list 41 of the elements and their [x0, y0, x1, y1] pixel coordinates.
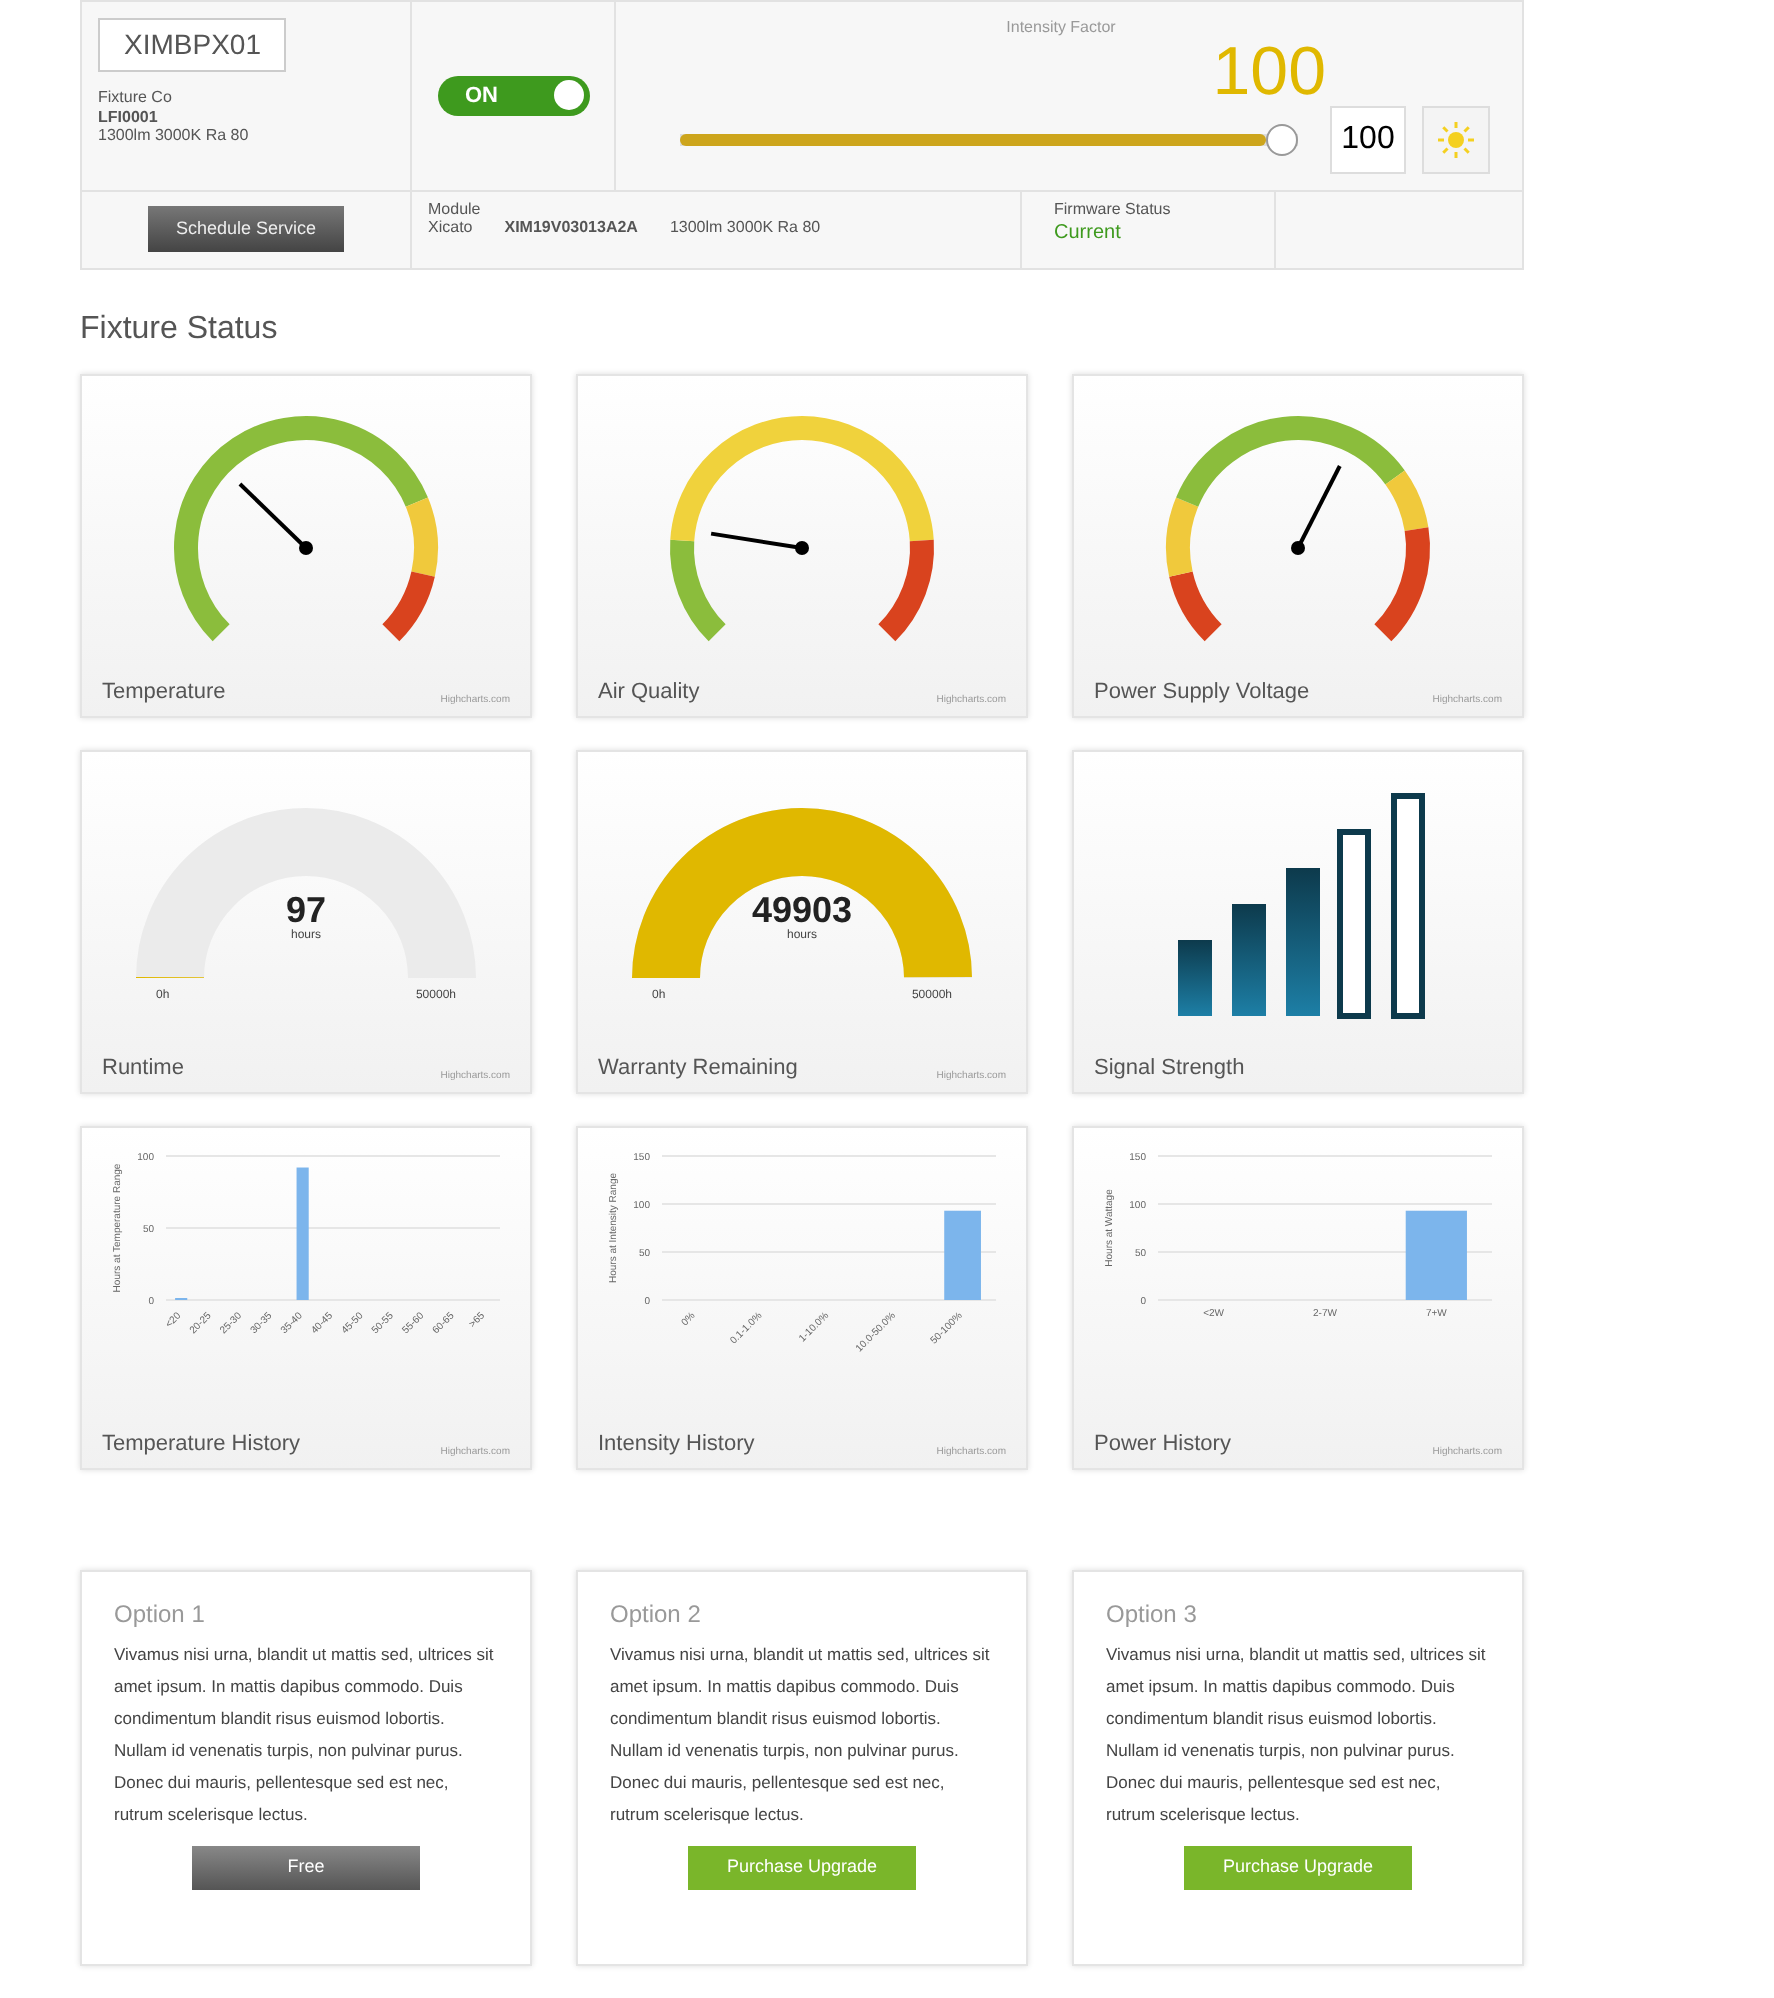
firmware-label: Firmware Status: [1054, 199, 1173, 219]
brightness-button[interactable]: [1422, 105, 1490, 174]
sun-icon: [1434, 117, 1478, 162]
card-title: Runtime: [102, 1054, 184, 1085]
slider-fill[interactable]: [680, 133, 1266, 146]
intensity-label: Intensity Factor: [1004, 18, 1118, 38]
schedule-service-button[interactable]: Schedule Service: [147, 205, 345, 253]
module-label: Module: [428, 199, 483, 219]
gauge-value: 97: [285, 891, 327, 928]
gauge-value: 49903: [751, 891, 853, 928]
card-title: Intensity History: [598, 1430, 755, 1461]
section-title: Fixture Status: [80, 309, 280, 350]
option-title: Option 1: [114, 1597, 207, 1632]
option-description: Vivamus nisi urna, blandit ut mattis sed, ultrices sit amet ipsum. In mattis dapibus commodo. Duis condimentum blandit risus euismod lobortis. Nullam id venenatis turpis, non pulvinar purus. Donec dui mauris, pellentesque sed est nec, rutrum scelerisque lectus.: [1106, 1641, 1488, 1829]
fixture-id-label: XIMBPX01: [98, 18, 287, 72]
spec-text: 1300lm 3000K Ra 80: [98, 126, 251, 146]
model-text: LFI0001: [98, 107, 160, 127]
firmware-status: Current: [1054, 220, 1123, 249]
module-spec: 1300lm 3000K Ra 80: [669, 218, 821, 238]
bar: [1405, 1209, 1467, 1300]
card-title: Power History: [1094, 1430, 1231, 1461]
slider-thumb[interactable]: [1266, 123, 1298, 156]
option-description: Vivamus nisi urna, blandit ut mattis sed, ultrices sit amet ipsum. In mattis dapibus commodo. Duis condimentum blandit risus euismod lobortis. Nullam id venenatis turpis, non pulvinar purus. Donec dui mauris, pellentesque sed est nec, rutrum scelerisque lectus.: [114, 1641, 496, 1829]
card-title: Power Supply Voltage: [1094, 678, 1310, 709]
card-title: Temperature History: [102, 1430, 301, 1461]
option-description: Vivamus nisi urna, blandit ut mattis sed, ultrices sit amet ipsum. In mattis dapibus commodo. Duis condimentum blandit risus euismod lobortis. Nullam id venenatis turpis, non pulvinar purus. Donec dui mauris, pellentesque sed est nec, rutrum scelerisque lectus.: [610, 1641, 992, 1829]
module-maker: Xicato: [428, 218, 473, 238]
bar: [296, 1166, 309, 1300]
bar: [944, 1209, 981, 1300]
card-title: Signal Strength: [1094, 1054, 1245, 1085]
option-title: Option 3: [1106, 1597, 1199, 1632]
power-toggle[interactable]: ON: [437, 75, 589, 116]
intensity-reading: 100: [1212, 37, 1326, 106]
card-title: Temperature: [102, 678, 226, 709]
card-title: Air Quality: [598, 678, 700, 709]
option-title: Option 2: [610, 1597, 703, 1632]
intensity-input[interactable]: 100: [1330, 105, 1406, 174]
card-title: Warranty Remaining: [598, 1054, 798, 1085]
maker-text: Fixture Co: [98, 88, 174, 108]
module-id: XIM19V03013A2A: [504, 218, 638, 238]
free-button[interactable]: Free: [192, 1846, 420, 1890]
